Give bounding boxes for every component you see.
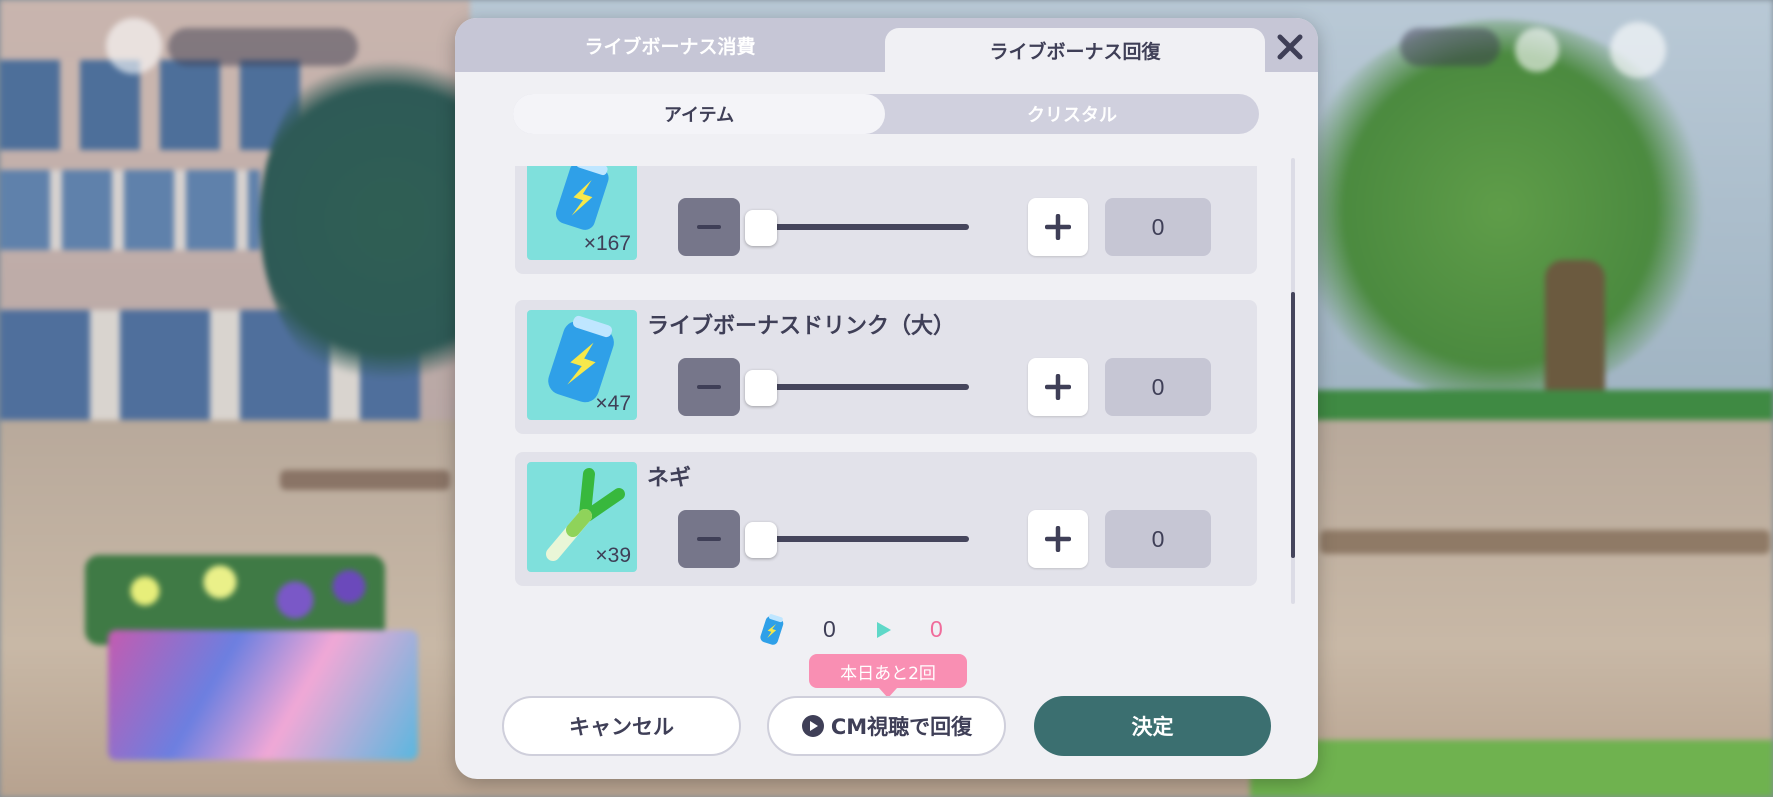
play-icon bbox=[801, 715, 824, 737]
arrow-right-icon bbox=[877, 622, 891, 638]
list-item: ×167 0 bbox=[515, 166, 1257, 274]
tab-live-bonus-recover[interactable]: ライブボーナス回復 bbox=[885, 28, 1265, 72]
watch-cm-label: CM視聴で回復 bbox=[830, 715, 973, 739]
quantity-slider-handle[interactable] bbox=[745, 210, 777, 246]
live-bonus-dialog: ライブボーナス消費 ライブボーナス回復 アイテム クリスタル ×167 0 ×4… bbox=[455, 18, 1318, 779]
live-bonus-drink-large-icon: ×47 bbox=[527, 310, 637, 420]
item-name: ネギ bbox=[647, 466, 692, 491]
tab-live-bonus-consume[interactable]: ライブボーナス消費 bbox=[455, 18, 885, 72]
quantity-slider-track[interactable] bbox=[761, 384, 969, 390]
minus-icon bbox=[697, 385, 721, 389]
result-bonus-value: 0 bbox=[930, 616, 943, 642]
watch-cm-recover-button[interactable]: CM視聴で回復 bbox=[767, 696, 1006, 756]
item-name: ライブボーナスドリンク（大） bbox=[647, 314, 956, 339]
decrease-button[interactable] bbox=[678, 510, 740, 568]
increase-button[interactable] bbox=[1028, 510, 1088, 568]
cancel-button[interactable]: キャンセル bbox=[502, 696, 741, 756]
quantity-slider-track[interactable] bbox=[761, 536, 969, 542]
live-bonus-drink-icon: ×167 bbox=[527, 166, 637, 260]
decrease-button[interactable] bbox=[678, 358, 740, 416]
quantity-field[interactable]: 0 bbox=[1105, 198, 1211, 256]
cancel-button-label: キャンセル bbox=[569, 715, 674, 739]
plus-icon bbox=[1045, 526, 1071, 552]
quantity-slider-track[interactable] bbox=[761, 224, 969, 230]
dialog-tab-bar: ライブボーナス消費 ライブボーナス回復 bbox=[455, 18, 1318, 72]
increase-button[interactable] bbox=[1028, 358, 1088, 416]
quantity-field[interactable]: 0 bbox=[1105, 358, 1211, 416]
close-icon bbox=[1277, 34, 1303, 60]
quantity-slider-handle[interactable] bbox=[745, 370, 777, 406]
green-onion-icon: ×39 bbox=[527, 462, 637, 572]
confirm-button-label: 決定 bbox=[1131, 715, 1174, 739]
list-item: ×39 ネギ 0 bbox=[515, 452, 1257, 586]
tab-crystal[interactable]: クリスタル bbox=[885, 94, 1259, 134]
item-count: ×39 bbox=[595, 544, 631, 567]
scrollbar-thumb[interactable] bbox=[1291, 292, 1295, 558]
close-button[interactable] bbox=[1269, 26, 1311, 68]
current-bonus-value: 0 bbox=[823, 616, 836, 642]
item-count: ×167 bbox=[583, 232, 631, 255]
quantity-field[interactable]: 0 bbox=[1105, 510, 1211, 568]
minus-icon bbox=[697, 537, 721, 541]
tab-items[interactable]: アイテム bbox=[513, 94, 885, 134]
item-list[interactable]: ×167 0 ×47 ライブボーナスドリンク（大） 0 ×39 ネギ 0 bbox=[455, 166, 1318, 601]
increase-button[interactable] bbox=[1028, 198, 1088, 256]
confirm-button[interactable]: 決定 bbox=[1034, 696, 1271, 756]
item-count: ×47 bbox=[595, 392, 631, 415]
remaining-views-tooltip: 本日あと2回 bbox=[809, 654, 967, 698]
quantity-slider-handle[interactable] bbox=[745, 522, 777, 558]
list-scrollbar[interactable] bbox=[1291, 158, 1295, 604]
plus-icon bbox=[1045, 374, 1071, 400]
plus-icon bbox=[1045, 214, 1071, 240]
decrease-button[interactable] bbox=[678, 198, 740, 256]
minus-icon bbox=[697, 225, 721, 229]
item-source-tabs: アイテム クリスタル bbox=[513, 94, 1259, 134]
live-bonus-drink-icon bbox=[760, 614, 784, 645]
list-item: ×47 ライブボーナスドリンク（大） 0 bbox=[515, 300, 1257, 434]
recovery-summary: 0 0 bbox=[755, 610, 1015, 650]
